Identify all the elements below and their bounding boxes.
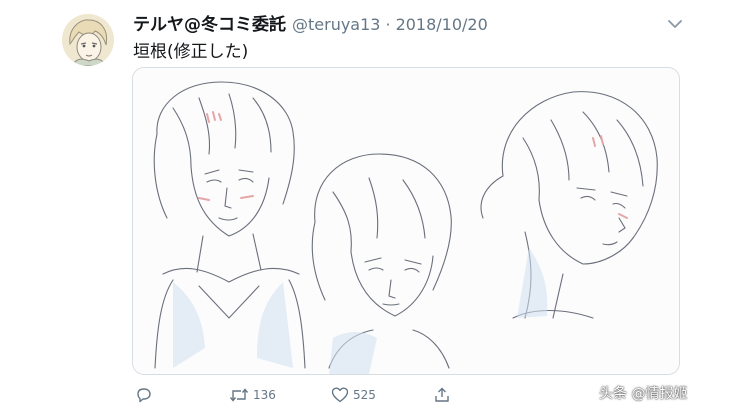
tweet-header: テルヤ@冬コミ委託 @teruya13 · 2018/10/20 <box>133 10 488 35</box>
watermark: 头条 @情报姬 <box>599 386 688 402</box>
reply-icon <box>137 388 151 403</box>
display-name[interactable]: テルヤ@冬コミ委託 <box>133 10 286 35</box>
avatar-image <box>62 14 114 66</box>
sketch-image <box>133 68 679 374</box>
chevron-down-icon <box>668 20 682 28</box>
like-button[interactable]: 525 <box>331 384 376 406</box>
retweet-icon <box>229 388 249 402</box>
reply-button[interactable] <box>135 384 157 406</box>
retweet-count: 136 <box>253 388 276 402</box>
avatar[interactable] <box>62 14 114 66</box>
tweet-card: テルヤ@冬コミ委託 @teruya13 · 2018/10/20 垣根(修正した… <box>0 0 731 417</box>
share-icon <box>435 387 449 402</box>
heart-icon <box>331 387 349 403</box>
tweet-media[interactable] <box>132 67 680 375</box>
retweet-button[interactable]: 136 <box>229 384 276 406</box>
more-options-button[interactable] <box>668 14 682 28</box>
sketch-shadow-middle <box>329 332 377 374</box>
tweet-date[interactable]: 2018/10/20 <box>396 15 488 34</box>
share-button[interactable] <box>433 384 451 406</box>
like-count: 525 <box>353 388 376 402</box>
user-handle[interactable]: @teruya13 <box>292 15 380 34</box>
tweet-text: 垣根(修正した) <box>133 42 249 62</box>
header-separator: · <box>385 15 391 34</box>
